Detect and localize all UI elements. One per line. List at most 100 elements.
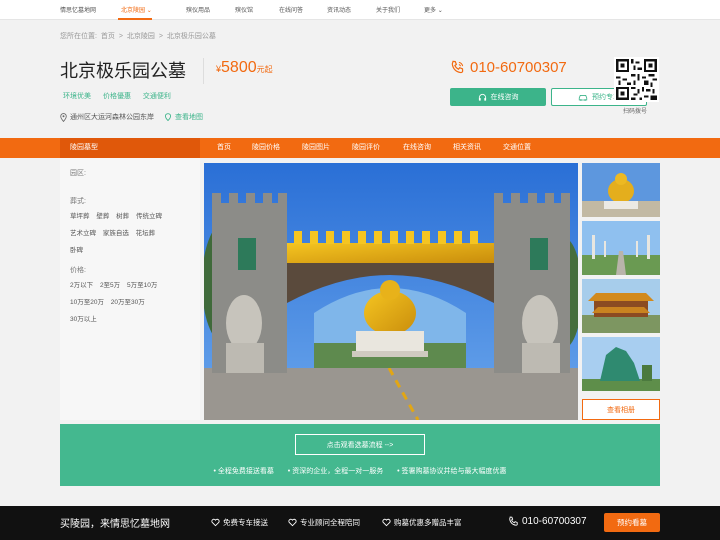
filter-type-options: 草坪葬 壁葬 树葬 传统立碑 艺术立碑 家族自选 花坛葬 卧碑 — [70, 208, 190, 259]
tab-home[interactable]: 首页 — [217, 138, 231, 158]
pavilion-thumbnail — [582, 279, 660, 333]
nav-item-beijing-cemetery[interactable]: 北京陵园 ⌄ — [121, 5, 152, 14]
nav-item-about[interactable]: 关于我们 — [376, 5, 400, 14]
thumbnail[interactable] — [582, 163, 660, 217]
service-banner: 点击观看选墓流程 --> • 全程免费接送看墓 • 资深的企业，全程一对一服务 … — [60, 424, 660, 486]
filter-option[interactable]: 艺术立碑 — [70, 230, 96, 237]
breadcrumb-prefix: 您所在位置: — [60, 33, 97, 40]
tab-location[interactable]: 交通位置 — [503, 138, 531, 158]
chevron-down-icon: ⌄ — [437, 8, 443, 14]
benefit-item: • 签署购墓协议并给与最大幅度优惠 — [397, 468, 507, 475]
phone-icon — [451, 60, 464, 74]
filter-option[interactable]: 传统立碑 — [136, 213, 162, 220]
address-row: 通州区大运河森林公园东岸 查看地图 — [60, 112, 203, 122]
view-map-label[interactable]: 查看地图 — [175, 112, 203, 122]
tab-price[interactable]: 陵园价格 — [252, 138, 280, 158]
tab-photos[interactable]: 陵园图片 — [302, 138, 330, 158]
tag-price: 价格優惠 — [102, 93, 131, 100]
cemetery-type-menu[interactable]: 陵园墓型 — [60, 138, 200, 158]
thumbnail[interactable] — [582, 279, 660, 333]
filter-option[interactable]: 10万至20万 — [70, 299, 104, 306]
filter-option[interactable]: 卧碑 — [70, 247, 83, 254]
avenue-thumbnail — [582, 221, 660, 275]
filter-option[interactable]: 壁葬 — [96, 213, 109, 220]
filter-option[interactable]: 花坛葬 — [136, 230, 156, 237]
watch-process-button[interactable]: 点击观看选墓流程 --> — [295, 434, 425, 455]
footer-feature: 专业顾问全程陪同 — [288, 517, 360, 528]
nav-item-funeral-home[interactable]: 殡仪馆 — [235, 5, 253, 14]
filter-option[interactable]: 树葬 — [116, 213, 129, 220]
filter-option[interactable]: 5万至10万 — [127, 282, 157, 289]
filter-area-label: 园区: — [70, 170, 86, 177]
breadcrumb-separator: > — [118, 33, 123, 40]
thumbnail[interactable] — [582, 337, 660, 391]
tab-reviews[interactable]: 陵园评价 — [352, 138, 380, 158]
hotline-number[interactable]: 010-60700307 — [470, 59, 567, 76]
view-album-button[interactable]: 查看相册 — [582, 399, 660, 420]
nav-item-news[interactable]: 资讯动态 — [327, 5, 351, 14]
benefit-list: • 全程免费接送看墓 • 资深的企业，全程一对一服务 • 签署购墓协议并给与最大… — [60, 466, 660, 476]
thumbnail-list — [582, 163, 660, 395]
filter-panel: 园区: 葬式: 草坪葬 壁葬 树葬 传统立碑 艺术立碑 家族自选 花坛葬 卧碑 … — [60, 158, 200, 420]
filter-option[interactable]: 2万以下 — [70, 282, 93, 289]
footer-feature: 免费专车接送 — [211, 517, 268, 528]
active-nav-underline — [118, 18, 152, 20]
nav-item-qa[interactable]: 在线问答 — [279, 5, 303, 14]
page-title: 北京极乐园公墓 — [60, 61, 186, 81]
filter-option[interactable]: 30万以上 — [70, 316, 97, 323]
breadcrumb: 您所在位置: 首页 > 北京陵园 > 北京极乐园公墓 — [60, 31, 218, 41]
map-icon — [164, 113, 172, 121]
online-consult-button[interactable]: 在线咨询 — [450, 88, 546, 106]
nav-item-home[interactable]: 情思忆墓地网 — [60, 5, 96, 14]
tag-environment: 环境优美 — [63, 93, 91, 100]
nav-item-more[interactable]: 更多 ⌄ — [424, 5, 443, 14]
address-text: 通州区大运河森林公园东岸 — [70, 114, 154, 121]
hotline[interactable]: 010-60700307 — [450, 59, 567, 76]
breadcrumb-beijing[interactable]: 北京陵园 — [127, 33, 155, 40]
cemetery-gate-image — [204, 163, 578, 420]
qr-code-icon — [614, 57, 659, 102]
breadcrumb-home[interactable]: 首页 — [101, 33, 115, 40]
top-navigation: 情思忆墓地网 北京陵园 ⌄ 殡仪用品 殡仪馆 在线问答 资讯动态 关于我们 更多… — [0, 0, 720, 20]
price-value: 5800 — [221, 59, 257, 76]
location-pin-icon — [60, 112, 67, 122]
heart-icon — [211, 518, 220, 527]
footer-feature-label: 免费专车接送 — [223, 518, 268, 527]
heart-icon — [382, 518, 391, 527]
thumbnail[interactable] — [582, 221, 660, 275]
breadcrumb-current: 北京极乐园公墓 — [166, 33, 216, 40]
view-map-link[interactable]: 查看地图 — [164, 112, 203, 122]
filter-option[interactable]: 家族自选 — [103, 230, 129, 237]
filter-option[interactable]: 草坪葬 — [70, 213, 90, 220]
footer-bar: 买陵园，来情思忆墓地网 免费专车接送 专业顾问全程陪同 购墓优惠多赠品丰富 01… — [0, 506, 720, 540]
cemetery-nav-bar: 陵园墓型 首页 陵园价格 陵园图片 陵园评价 在线咨询 相关资讯 交通位置 — [0, 138, 720, 158]
footer-feature-label: 专业顾问全程陪同 — [300, 518, 360, 527]
nav-item-more-label[interactable]: 更多 — [424, 8, 436, 14]
heart-icon — [288, 518, 297, 527]
car-icon — [578, 94, 588, 101]
sculpture-thumbnail — [582, 337, 660, 391]
nav-item-funeral-goods[interactable]: 殡仪用品 — [186, 5, 210, 14]
footer-feature-label: 购墓优惠多赠品丰富 — [394, 518, 462, 527]
filter-option[interactable]: 2至5万 — [100, 282, 120, 289]
online-consult-label[interactable]: 在线咨询 — [491, 92, 519, 102]
tab-news[interactable]: 相关资讯 — [453, 138, 481, 158]
filter-price-options: 2万以下 2至5万 5万至10万 10万至20万 20万至30万 30万以上 — [70, 277, 190, 328]
footer-feature: 购墓优惠多赠品丰富 — [382, 517, 462, 528]
breadcrumb-separator: > — [158, 33, 163, 40]
qr-code — [614, 57, 659, 102]
footer-slogan: 买陵园，来情思忆墓地网 — [60, 519, 170, 530]
headset-icon — [478, 93, 486, 101]
buddha-statue-thumbnail — [582, 163, 660, 217]
filter-option[interactable]: 20万至30万 — [111, 299, 145, 306]
footer-hotline[interactable]: 010-60700307 — [508, 516, 587, 527]
chevron-down-icon: ⌄ — [146, 8, 152, 14]
nav-item-beijing-cemetery-label[interactable]: 北京陵园 — [121, 8, 145, 14]
phone-icon — [509, 516, 518, 526]
qr-label: 扫码拨号 — [623, 109, 648, 115]
book-visit-button[interactable]: 预约看墓 — [604, 513, 660, 532]
feature-tags: 环境优美 价格優惠 交通便利 — [63, 91, 181, 101]
tab-consult[interactable]: 在线咨询 — [403, 138, 431, 158]
main-photo[interactable] — [204, 163, 578, 420]
footer-hotline-number[interactable]: 010-60700307 — [522, 516, 587, 527]
